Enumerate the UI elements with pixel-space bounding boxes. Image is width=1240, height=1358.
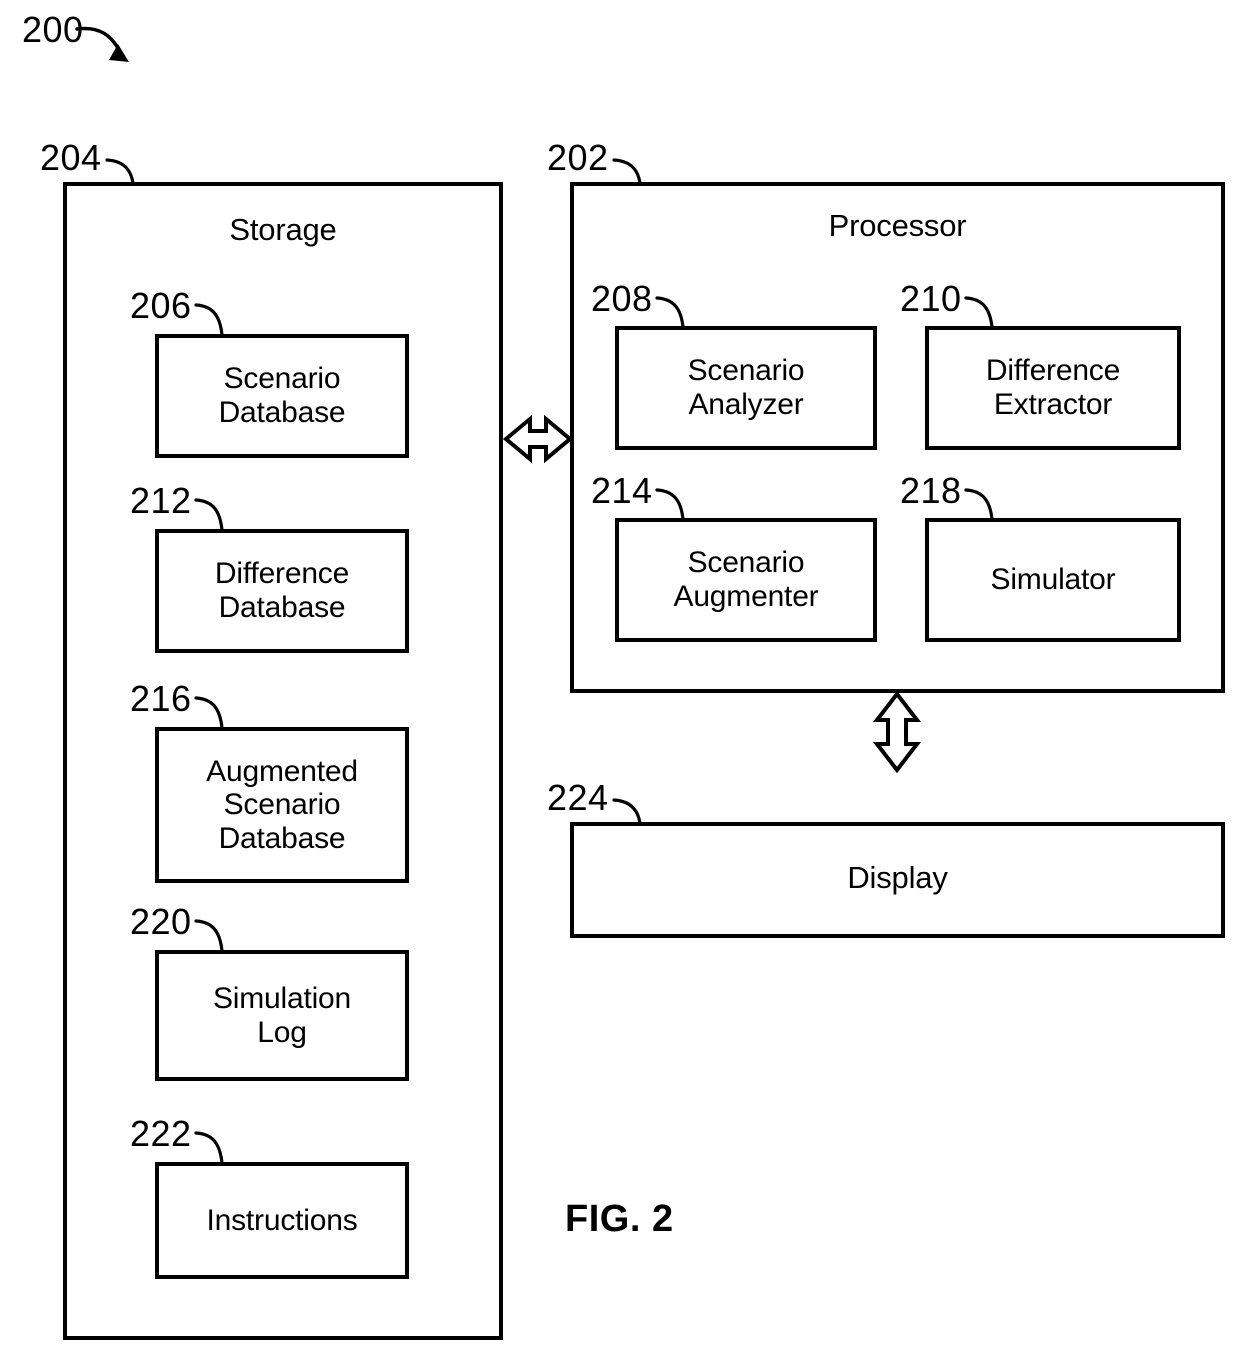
- simulator-label: Simulator: [990, 563, 1116, 597]
- processor-display-connector: [872, 690, 922, 774]
- simulator-box: Simulator: [925, 518, 1181, 642]
- ref-numeral-216: 216: [130, 678, 192, 719]
- difference-extractor-box: Difference Extractor: [925, 326, 1181, 450]
- ref-numeral-218: 218: [900, 470, 962, 511]
- augmented-scenario-database-box: Augmented Scenario Database: [155, 727, 409, 883]
- scenario-augmenter-box: Scenario Augmenter: [615, 518, 877, 642]
- scenario-augmenter-label: Scenario Augmenter: [673, 546, 819, 613]
- scenario-analyzer-box: Scenario Analyzer: [615, 326, 877, 450]
- scenario-analyzer-label: Scenario Analyzer: [687, 354, 805, 421]
- scenario-database-label: Scenario Database: [218, 362, 346, 429]
- system-leader-arrow: [75, 26, 129, 62]
- instructions-box: Instructions: [155, 1162, 409, 1279]
- ref-numeral-204: 204: [40, 137, 102, 178]
- ref-numeral-214: 214: [591, 470, 653, 511]
- processor-title: Processor: [828, 208, 967, 243]
- instructions-label: Instructions: [206, 1203, 358, 1237]
- difference-database-box: Difference Database: [155, 529, 409, 653]
- patent-figure-200: 200 Storage 204 Scenario Database 206 Di…: [0, 0, 1240, 1358]
- scenario-database-box: Scenario Database: [155, 334, 409, 458]
- figure-caption: FIG. 2: [565, 1198, 674, 1240]
- simulation-log-label: Simulation Log: [212, 981, 352, 1049]
- simulation-log-box: Simulation Log: [155, 950, 409, 1081]
- ref-numeral-208: 208: [591, 278, 653, 319]
- ref-numeral-220: 220: [130, 901, 192, 942]
- ref-numeral-202: 202: [547, 137, 609, 178]
- ref-numeral-210: 210: [900, 278, 962, 319]
- ref-numeral-224: 224: [547, 777, 609, 818]
- ref-numeral-200: 200: [22, 9, 84, 50]
- ref-numeral-212: 212: [130, 480, 192, 521]
- display-container: Display: [570, 822, 1225, 938]
- augmented-scenario-database-label: Augmented Scenario Database: [206, 754, 358, 855]
- storage-title: Storage: [229, 212, 337, 247]
- ref-numeral-222: 222: [130, 1113, 192, 1154]
- difference-database-label: Difference Database: [214, 557, 350, 624]
- ref-numeral-206: 206: [130, 285, 192, 326]
- difference-extractor-label: Difference Extractor: [985, 354, 1121, 421]
- display-title: Display: [847, 860, 948, 895]
- storage-processor-connector: [502, 414, 574, 464]
